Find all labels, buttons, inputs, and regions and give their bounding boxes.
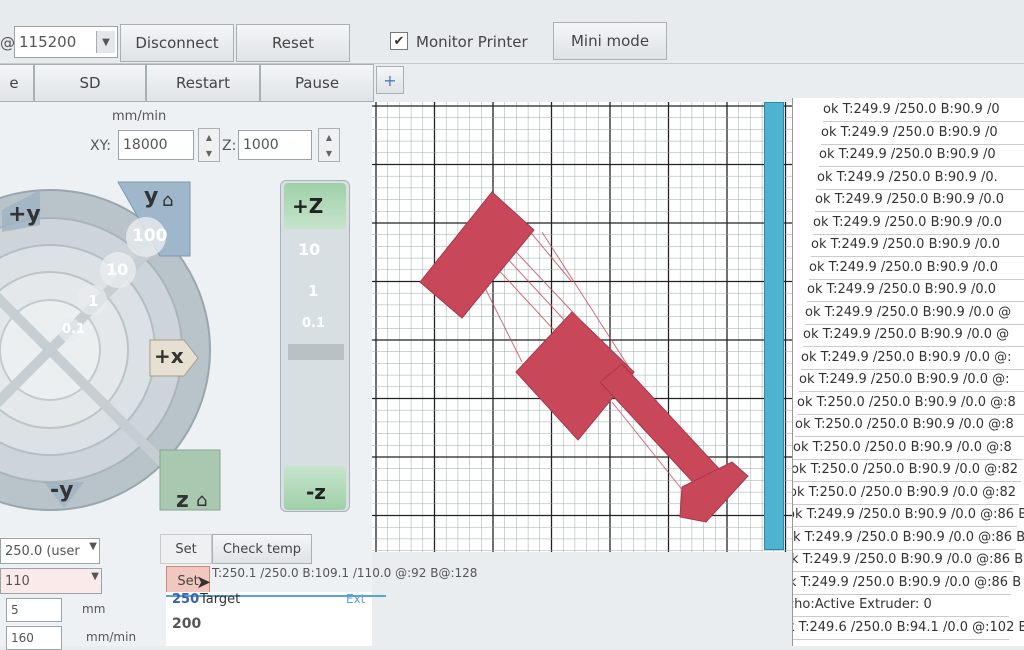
- temperature-readout: T:250.1 /250.0 B:109.1 /110.0 @:92 B@:12…: [212, 566, 478, 580]
- z-home-label[interactable]: z: [176, 488, 189, 513]
- monitor-printer-label[interactable]: Monitor Printer: [416, 33, 528, 51]
- hotend-temp-value: 250.0 (user: [5, 543, 80, 559]
- log-line: ok T:249.9 /250.0 B:90.9 /0.0 @: [805, 301, 1024, 325]
- xy-speed-value: 18000: [123, 137, 168, 153]
- log-line: ok T:249.6 /250.0 B:94.1 /0.0 @:102 B: [793, 616, 1024, 640]
- speed-units-label: mm/min: [112, 109, 167, 124]
- chevron-down-icon[interactable]: ▼: [89, 541, 97, 552]
- extrude-length-input[interactable]: 5: [6, 598, 62, 622]
- log-line: ok T:250.0 /250.0 B:90.9 /0.0 @:82: [793, 458, 1021, 482]
- log-line: ok T:250.0 /250.0 B:90.9 /0.0 @:8: [797, 391, 1024, 415]
- log-line: ok T:249.9 /250.0 B:90.9 /0.0 @:: [801, 346, 1024, 370]
- baud-rate-value: 115200: [19, 33, 77, 51]
- xy-step-01-label[interactable]: 0.1: [62, 322, 85, 337]
- check-temp-button[interactable]: Check temp: [212, 534, 312, 564]
- log-scrollbar[interactable]: [764, 102, 784, 550]
- z-speed-label: Z:: [222, 138, 237, 154]
- log-line: ok T:249.9 /250.0 B:90.9 /0: [819, 143, 1024, 167]
- xy-step-1-label[interactable]: 1: [88, 292, 98, 310]
- mini-mode-button[interactable]: Mini mode: [553, 22, 667, 60]
- bed-temp-select[interactable]: 110 ▼: [0, 568, 102, 594]
- xy-step-100-label[interactable]: 100: [132, 226, 168, 246]
- log-line: ok T:249.9 /250.0 B:90.9 /0.0: [809, 256, 1024, 280]
- caret-up-icon[interactable]: ▲: [326, 133, 332, 142]
- jog-plus-z-label[interactable]: +Z: [292, 194, 323, 218]
- sd-button[interactable]: SD: [34, 64, 146, 102]
- log-line: ok T:249.9 /250.0 B:90.9 /0.0 @: [803, 323, 1024, 347]
- z-speed-value: 1000: [243, 137, 279, 153]
- home-icon: ⌂: [162, 190, 174, 211]
- log-line: ok T:249.9 /250.0 B:90.9 /0.0 @:86 B: [793, 503, 1024, 527]
- jog-plus-y-label[interactable]: +y: [8, 202, 41, 227]
- home-icon: ⌂: [196, 490, 208, 511]
- baud-rate-select[interactable]: 115200 ▼: [14, 26, 118, 58]
- monitor-printer-checkbox[interactable]: ✔: [390, 32, 408, 50]
- disconnect-button[interactable]: Disconnect: [120, 24, 234, 62]
- log-line: ok T:249.9 /250.0 B:90.9 /0.0 @:86 B: [793, 571, 1021, 595]
- extrude-speed-value: 160: [11, 631, 34, 645]
- toolpath-shape: [419, 191, 749, 523]
- log-line: ok T:249.9 /250.0 B:90.9 /0.0: [811, 233, 1024, 257]
- log-line: echo:Active Extruder: 0: [793, 593, 1009, 617]
- restart-button[interactable]: Restart: [146, 64, 260, 102]
- caret-down-icon[interactable]: ▼: [206, 149, 212, 158]
- z-step-1-label[interactable]: 1: [308, 282, 318, 300]
- y-home-label[interactable]: y: [144, 184, 158, 209]
- chevron-down-icon[interactable]: ▼: [96, 31, 115, 53]
- jog-minus-y-label[interactable]: -y: [50, 478, 73, 503]
- log-panel: ok T:249.9 /250.0 B:90.9 /0 ok T:249.9 /2…: [792, 98, 1024, 646]
- log-line: ok T:250.0 /250.0 B:90.9 /0.0 @:8: [795, 413, 1024, 437]
- hotend-temp-select[interactable]: 250.0 (user ▼: [0, 538, 100, 564]
- log-line: ok T:249.9 /250.0 B:90.9 /0.0: [813, 211, 1024, 235]
- log-line: ok T:249.9 /250.0 B:90.9 /0.0 @:86 B: [793, 526, 1024, 550]
- log-line: ok T:249.9 /250.0 B:90.9 /0.0: [815, 188, 1024, 212]
- add-tab-button[interactable]: +: [376, 66, 404, 94]
- graph-legend-ext: Ext: [346, 592, 366, 606]
- xy-step-10-label[interactable]: 10: [106, 260, 128, 279]
- at-symbol: @: [0, 34, 15, 52]
- bed-temp-value: 110: [5, 573, 30, 589]
- partial-button[interactable]: e: [0, 64, 34, 102]
- log-line: ok T:249.9 /250.0 B:90.9 /0: [823, 98, 1024, 122]
- log-line: ok T:249.9 /250.0 B:90.9 /0.: [817, 166, 1024, 190]
- extrude-speed-unit: mm/min: [86, 630, 137, 644]
- log-line: ok T:249.9 /250.0 B:90.9 /0.0 @:86 B: [793, 548, 1023, 572]
- extrude-length-value: 5: [11, 603, 19, 617]
- set-hotend-button[interactable]: Set: [160, 534, 212, 564]
- pause-button[interactable]: Pause: [260, 64, 374, 102]
- graph-target-label: Target: [200, 592, 241, 607]
- print-toolpath: [419, 191, 749, 523]
- mouse-cursor-icon: ➤: [196, 572, 212, 593]
- jog-minus-z-label[interactable]: -z: [306, 480, 326, 504]
- z-step-10-label[interactable]: 10: [298, 240, 320, 259]
- xy-speed-label: XY:: [90, 138, 111, 154]
- z-step-01-label[interactable]: 0.1: [302, 316, 325, 331]
- caret-up-icon[interactable]: ▲: [206, 133, 212, 142]
- graph-axis-200: 200: [172, 616, 202, 632]
- jog-plus-x-label[interactable]: +x: [154, 344, 184, 368]
- log-line: ok T:249.9 /250.0 B:90.9 /0: [821, 121, 1024, 145]
- z-center-bar: [288, 344, 344, 360]
- reset-button[interactable]: Reset: [236, 24, 350, 62]
- graph-axis-250: 250: [172, 592, 200, 607]
- xy-speed-input[interactable]: 18000: [118, 130, 194, 160]
- chevron-down-icon[interactable]: ▼: [91, 571, 99, 582]
- log-line: ok T:250.0 /250.0 B:90.9 /0.0 @:82: [793, 481, 1019, 505]
- log-line: ok T:250.0 /250.0 B:90.9 /0.0 @:8: [793, 436, 1023, 460]
- log-line: ok T:249.9 /250.0 B:90.9 /0.0 @:: [799, 368, 1024, 392]
- caret-down-icon[interactable]: ▼: [326, 149, 332, 158]
- z-speed-input[interactable]: 1000: [238, 130, 312, 160]
- extrude-length-unit: mm: [82, 602, 106, 616]
- xy-speed-stepper[interactable]: ▲ ▼: [198, 128, 220, 162]
- extrude-speed-input[interactable]: 160: [6, 626, 62, 650]
- z-speed-stepper[interactable]: ▲ ▼: [318, 128, 340, 162]
- log-line: ok T:249.9 /250.0 B:90.9 /0.0: [807, 278, 1024, 302]
